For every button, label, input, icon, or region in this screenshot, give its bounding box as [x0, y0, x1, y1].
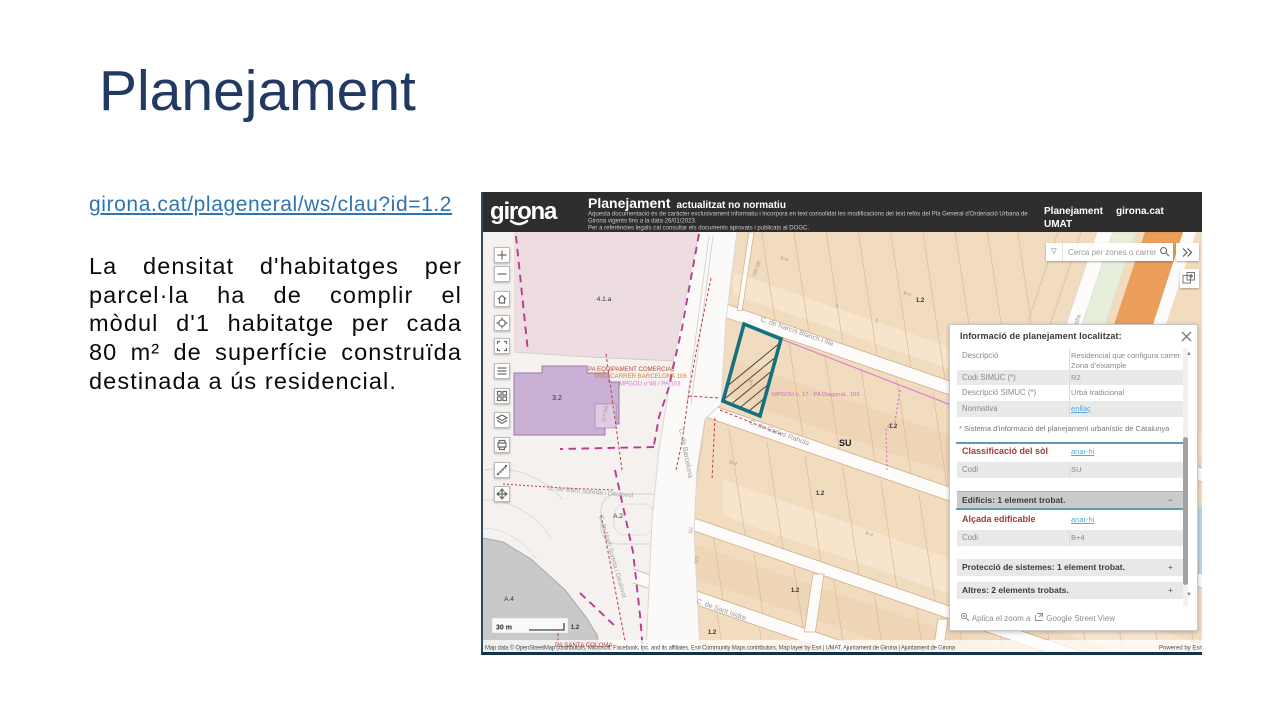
- svg-text:PMU CARRER BARCELONA 106: PMU CARRER BARCELONA 106: [595, 373, 687, 380]
- svg-text:3.2: 3.2: [552, 395, 562, 402]
- svg-text:1.2: 1.2: [889, 424, 898, 430]
- svg-text:1.2: 1.2: [791, 588, 800, 594]
- svg-text:girona: girona: [490, 199, 558, 225]
- svg-text:Powered by Esri: Powered by Esri: [1159, 646, 1202, 652]
- svg-text:MPGOU n. 17 - PA Diagonal.. 10: MPGOU n. 17 - PA Diagonal.. 103: [772, 392, 860, 398]
- svg-text:1.2: 1.2: [916, 298, 925, 304]
- svg-text:SU: SU: [839, 438, 852, 448]
- svg-text:1.2: 1.2: [571, 625, 580, 631]
- svg-text:PA EQUIPAMENT COMERCIAL: PA EQUIPAMENT COMERCIAL: [588, 366, 675, 373]
- svg-text:1.2: 1.2: [816, 491, 825, 497]
- svg-text:MPGOU n°46 / PA 103: MPGOU n°46 / PA 103: [619, 381, 681, 388]
- svg-text:Map data © OpenStreetMap contr: Map data © OpenStreetMap contributors, M…: [485, 645, 956, 652]
- svg-text:A.2: A.2: [613, 513, 623, 520]
- svg-text:1.2: 1.2: [708, 630, 717, 636]
- svg-text:A.4: A.4: [504, 596, 514, 603]
- svg-text:4.1.a: 4.1.a: [597, 296, 612, 303]
- svg-text:30 m: 30 m: [496, 625, 512, 632]
